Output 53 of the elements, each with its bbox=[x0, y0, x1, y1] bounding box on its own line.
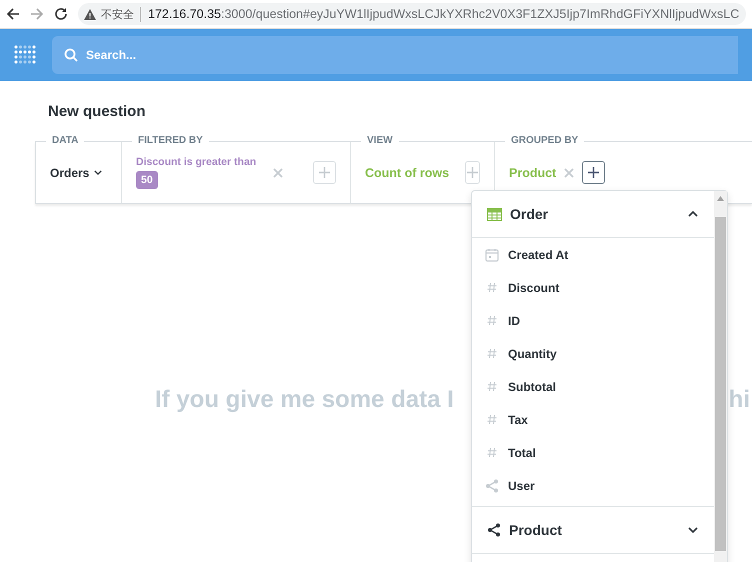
chevron-down-icon bbox=[688, 526, 698, 534]
page-title: New question bbox=[48, 103, 146, 120]
connection-icon bbox=[485, 478, 499, 492]
url-path: :3000/question#eyJuYW1lIjpudWxsLCJkYXRhc2V0X3F1ZXJ5Ijp7ImRhdGFiYXNlIjpudWxsLC bbox=[221, 7, 740, 21]
search-placeholder: Search... bbox=[86, 48, 136, 62]
reload-icon[interactable] bbox=[54, 7, 68, 21]
hash-icon bbox=[487, 381, 497, 392]
plus-icon bbox=[587, 166, 600, 179]
scrollbar[interactable] bbox=[714, 191, 727, 562]
table-section-header[interactable]: Product bbox=[472, 506, 714, 554]
hash-icon bbox=[487, 348, 497, 359]
close-icon[interactable] bbox=[273, 168, 283, 178]
empty-state-text: hi bbox=[728, 386, 750, 414]
hash-icon bbox=[487, 414, 497, 425]
plus-icon bbox=[466, 166, 480, 179]
security-label: 不安全 bbox=[101, 6, 141, 22]
empty-state-text: If you give me some data I bbox=[155, 386, 454, 414]
add-filter-button[interactable] bbox=[313, 161, 336, 184]
table-name: Product bbox=[509, 522, 562, 538]
hash-icon bbox=[487, 282, 497, 293]
forward-arrow-icon[interactable] bbox=[30, 7, 44, 21]
address-bar[interactable]: 不安全 172.16.70.35:3000/question#eyJuYW1lIjpudWxsLCJkYXRhc2V0X3F1ZXJ5Ijp7ImRhdGFiYXNlIjpudWxsLC bbox=[78, 3, 746, 25]
field-option[interactable]: Subtotal bbox=[472, 370, 714, 403]
scroll-up-icon[interactable] bbox=[717, 196, 724, 201]
field-option[interactable]: Tax bbox=[472, 403, 714, 436]
field-option[interactable]: Created At bbox=[472, 238, 714, 271]
section-label: GROUPED BY bbox=[505, 135, 584, 146]
data-source-dropdown[interactable]: Orders bbox=[50, 166, 102, 180]
warning-icon bbox=[84, 8, 96, 20]
connection-icon bbox=[487, 523, 501, 537]
add-view-button[interactable] bbox=[465, 161, 480, 184]
table-icon bbox=[487, 208, 502, 220]
search-icon bbox=[64, 48, 78, 62]
plus-icon bbox=[318, 166, 331, 179]
section-label: FILTERED BY bbox=[132, 135, 209, 146]
section-label: VIEW bbox=[361, 135, 399, 146]
table-name: Order bbox=[510, 206, 548, 222]
chevron-up-icon bbox=[688, 210, 698, 218]
section-label: DATA bbox=[46, 135, 84, 146]
url-host: 172.16.70.35 bbox=[148, 7, 221, 21]
close-icon[interactable] bbox=[564, 168, 574, 178]
add-grouping-button[interactable] bbox=[582, 161, 606, 184]
field-option[interactable]: Total bbox=[472, 436, 714, 469]
calendar-icon bbox=[485, 248, 499, 262]
chevron-down-icon bbox=[94, 169, 102, 176]
logo-icon[interactable] bbox=[14, 44, 36, 66]
hash-icon bbox=[487, 315, 497, 326]
hash-icon bbox=[487, 447, 497, 458]
field-option[interactable]: Quantity bbox=[472, 337, 714, 370]
field-option[interactable]: Discount bbox=[472, 271, 714, 304]
back-arrow-icon[interactable] bbox=[6, 7, 20, 21]
field-option[interactable]: User bbox=[472, 469, 714, 502]
field-option[interactable]: ID bbox=[472, 304, 714, 337]
